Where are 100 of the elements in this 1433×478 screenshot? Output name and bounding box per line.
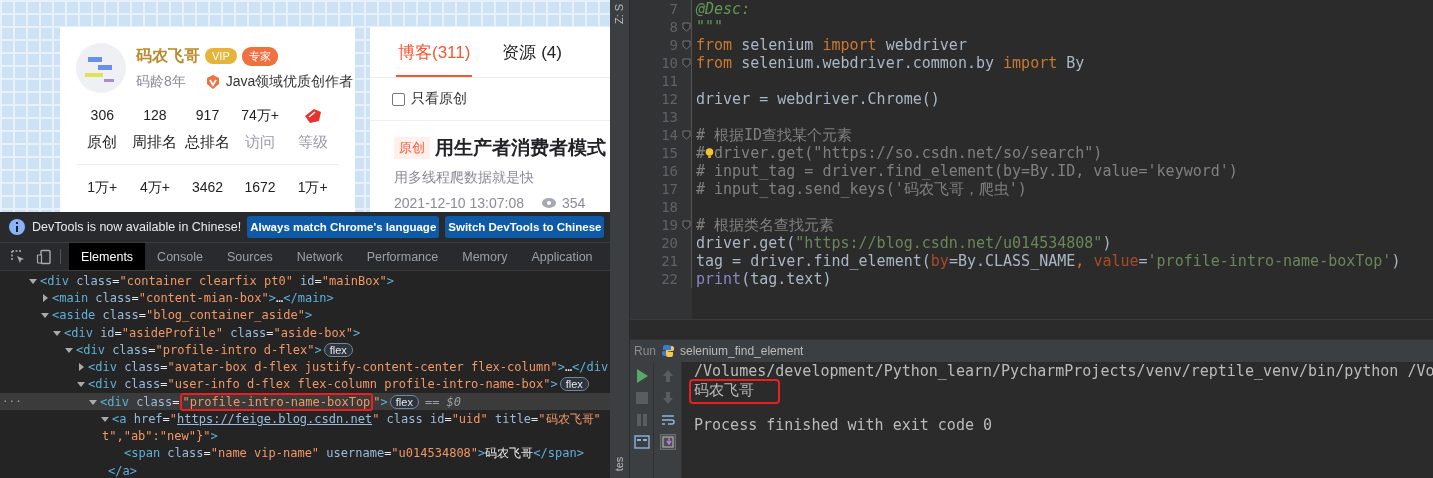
- highlighted-class-name: "profile-intro-name-boxTop: [179, 392, 374, 411]
- fold-marker-icon[interactable]: [682, 130, 691, 140]
- stat-label: 总排名: [185, 133, 230, 152]
- layout-icon[interactable]: [633, 434, 650, 450]
- code-line: # 根据ID查找某个元素: [696, 125, 853, 145]
- more-icon[interactable]: ···: [2, 395, 22, 409]
- dom-code: <div class=: [100, 394, 180, 409]
- code-line: #: [696, 144, 706, 162]
- run-label: Run: [634, 344, 656, 358]
- code-line: from selenium import webdriver: [696, 36, 967, 54]
- dom-code: t","ab":"new"}">: [102, 429, 218, 444]
- stat-label: 周排名: [132, 133, 178, 152]
- article-title[interactable]: 用生产者消费者模式: [435, 135, 606, 161]
- code-line: # input_tag = driver.find_element(by=By.ID, value='keyword'): [696, 162, 1238, 180]
- devtools-tab[interactable]: Elements: [69, 243, 146, 270]
- tool-window-tab[interactable]: tes: [613, 456, 626, 472]
- scroll-to-end-icon[interactable]: [659, 434, 676, 450]
- checkbox[interactable]: [392, 92, 405, 106]
- lightbulb-icon[interactable]: [705, 145, 715, 161]
- dom-code: <div class="avatar-box d-flex justify-content-center flex-column">…</div: [88, 360, 609, 375]
- python-icon: [661, 344, 675, 358]
- stat-value: 74万+: [241, 107, 279, 125]
- blog-tab[interactable]: 资源 (4): [500, 41, 564, 77]
- dom-node-row[interactable]: <span class="name vip-name" username="u014534808">码农飞哥</span>: [0, 444, 610, 463]
- soft-wrap-icon[interactable]: [659, 412, 676, 428]
- code-line: tag = driver.find_element(by=By.CLASS_NAME, value='profile-intro-name-boxTop'): [696, 252, 1401, 270]
- devtools-tab[interactable]: Performance: [354, 243, 451, 270]
- language-button[interactable]: Switch DevTools to Chinese: [445, 216, 605, 238]
- dom-node-row[interactable]: ··· <div class= "profile-intro-name-boxTop "> flex == $0: [0, 393, 610, 411]
- href-link[interactable]: https://feige.blog.csdn.net: [177, 412, 373, 426]
- dom-code: </a>: [108, 463, 137, 478]
- run-configuration[interactable]: selenium_find_element: [680, 344, 804, 358]
- stat-value: 306: [90, 107, 114, 125]
- certified-icon: [204, 73, 221, 90]
- stat-label: 等级: [297, 133, 328, 152]
- stat-label: 原创: [87, 133, 118, 152]
- dom-code: <main class="content-mian-box">…</main>: [52, 290, 334, 305]
- filter-label: 只看原创: [411, 90, 467, 108]
- dom-node-row[interactable]: <a href="https://feige.blog.csdn.net" class id="uid" title="码农飞哥": [0, 410, 610, 428]
- dom-node-row[interactable]: <div class="container clearfix pt0" id="mainBox">: [0, 272, 610, 290]
- stat-label: 访问: [245, 133, 276, 152]
- devtools-tab[interactable]: Sources: [215, 243, 285, 270]
- stat-value: 128: [143, 107, 167, 125]
- language-button[interactable]: Always match Chrome's language: [247, 216, 440, 238]
- code-line: """: [696, 18, 724, 36]
- fold-marker-icon[interactable]: [682, 58, 691, 68]
- flex-badge[interactable]: flex: [559, 377, 589, 392]
- flex-badge[interactable]: flex: [389, 394, 419, 409]
- code-line: print(tag.text): [696, 270, 832, 288]
- code-line: @Desc:: [696, 0, 751, 18]
- view-count: 354: [562, 195, 586, 211]
- dom-code: <a href=": [112, 412, 178, 426]
- stat-value: 1672: [244, 179, 276, 197]
- dom-code: <span class="name vip-name" username="u014534808">码农飞哥</span>: [124, 445, 584, 463]
- flex-badge[interactable]: flex: [323, 342, 353, 357]
- dom-node-row[interactable]: <div class="profile-intro d-flex"> flex: [0, 341, 610, 359]
- stat-value: 917: [195, 107, 220, 125]
- command-line: /Volumes/development/Python_learn/PycharmProjects/venv/reptile_venv/bin/python /Vo: [694, 362, 1433, 380]
- dom-code: <div class="container clearfix pt0" id="mainBox">: [40, 273, 395, 288]
- fold-marker-icon[interactable]: [682, 22, 691, 32]
- avatar: [76, 43, 126, 93]
- devtools-tab[interactable]: Application: [519, 243, 605, 270]
- dom-node-row[interactable]: <main class="content-mian-box">…</main>: [0, 289, 610, 307]
- certification-text: Java领域优质创作者: [225, 72, 354, 91]
- eye-icon: [541, 197, 557, 209]
- expanded-arrow-icon[interactable]: [100, 414, 110, 424]
- original-tag: 原创: [394, 137, 430, 159]
- dom-node-row[interactable]: <aside class="blog_container_aside">: [0, 306, 610, 324]
- stat-value: 1万+: [297, 179, 328, 197]
- exit-status: Process finished with exit code 0: [694, 416, 992, 434]
- fold-marker-icon[interactable]: [682, 220, 691, 230]
- dom-code: <div id="asideProfile" class="aside-box">: [64, 325, 361, 340]
- devtools-tab[interactable]: Console: [145, 243, 215, 270]
- account-age: 码龄8年: [136, 72, 186, 91]
- dom-node-row[interactable]: <div class="user-info d-flex flex-column profile-intro-name-box"> flex: [0, 375, 610, 394]
- console-reference: == $0: [424, 394, 462, 409]
- code-line: driver = webdriver.Chrome(): [696, 90, 940, 108]
- code-line: driver.get("https://blog.csdn.net/u014534808"): [696, 234, 1112, 252]
- notice-text: DevTools is now available in Chinese!: [32, 220, 242, 234]
- dom-code: ">: [373, 394, 388, 409]
- dom-node-row[interactable]: <div id="asideProfile" class="aside-box">: [0, 323, 610, 342]
- devtools-tab[interactable]: Network: [284, 243, 355, 270]
- dom-code: <div class="profile-intro d-flex">: [76, 342, 322, 357]
- dom-node-row[interactable]: <div class="avatar-box d-flex justify-content-center flex-column">…</div: [0, 358, 610, 376]
- device-icon[interactable]: [36, 248, 52, 265]
- tool-window-tab[interactable]: Z: S: [613, 3, 626, 25]
- info-icon: [8, 218, 26, 236]
- fold-marker-icon[interactable]: [682, 40, 691, 50]
- collapsed-arrow-icon[interactable]: [40, 292, 50, 303]
- devtools-tab[interactable]: Memory: [450, 243, 520, 270]
- inspect-icon[interactable]: [10, 248, 26, 265]
- expert-badge: 专家: [241, 46, 278, 66]
- collapsed-arrow-icon[interactable]: [76, 362, 86, 373]
- code-line: # input_tag.send_keys('码农飞哥，爬虫'): [696, 179, 1027, 199]
- stat-value: 4万+: [139, 179, 170, 197]
- code-line: driver.get("https://so.csdn.net/so/search"): [714, 144, 1103, 162]
- code-line: # 根据类名查找元素: [696, 215, 835, 235]
- dom-code: <aside class="blog_container_aside">: [52, 308, 313, 323]
- dom-code: <div class="user-info d-flex flex-column profile-intro-name-box">: [88, 377, 558, 392]
- code-line: from selenium.webdriver.common.by import By: [696, 54, 1085, 72]
